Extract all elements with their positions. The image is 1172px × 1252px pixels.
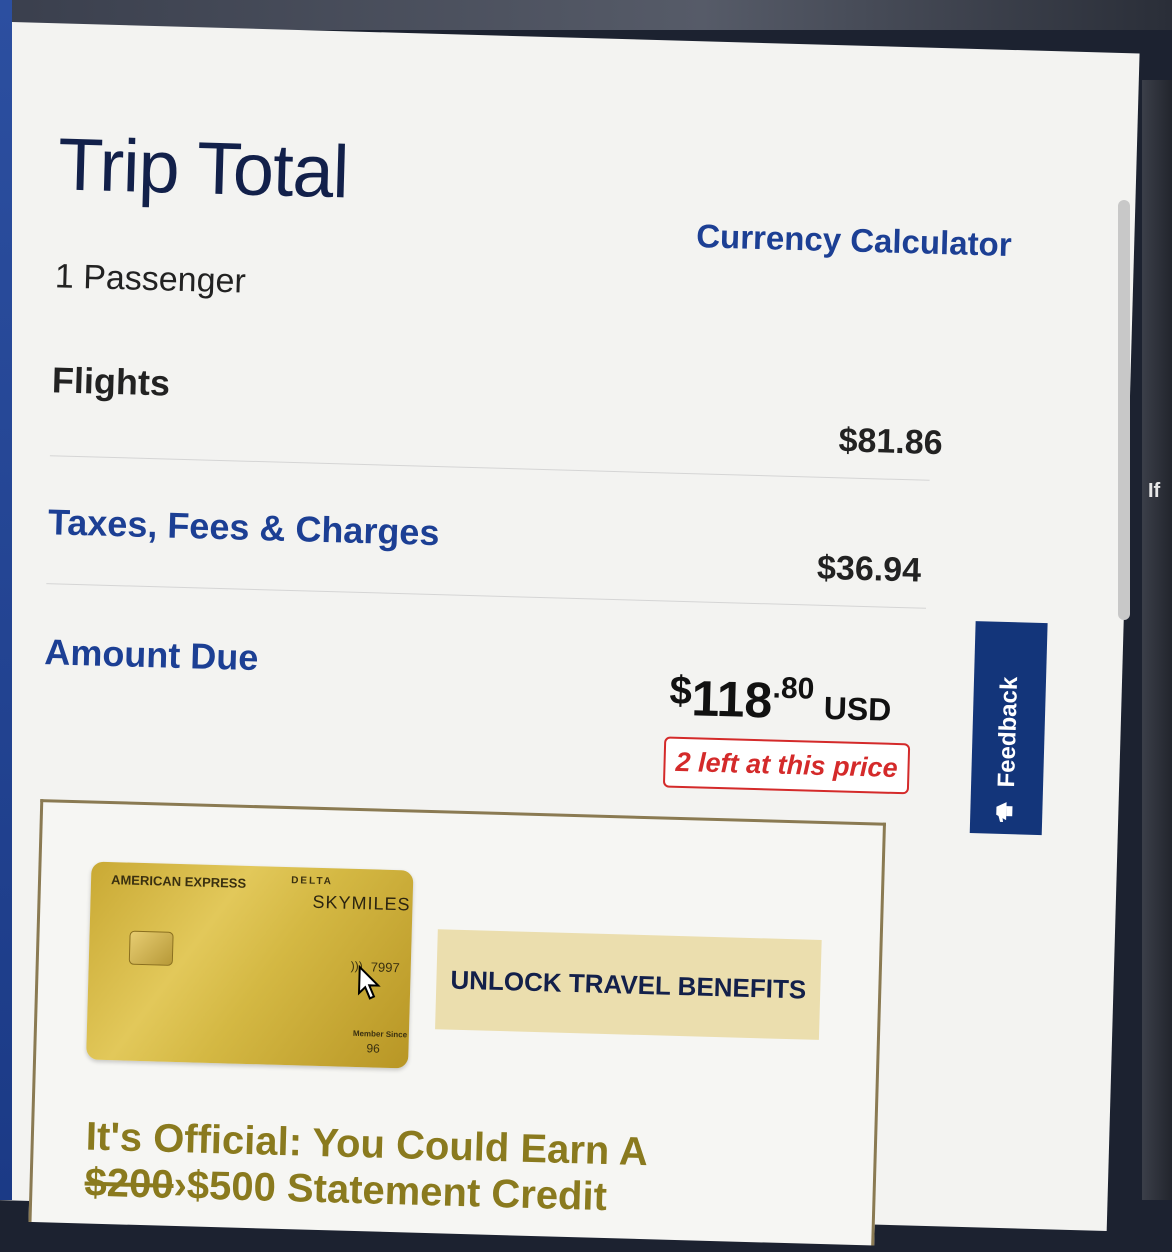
card-brand: AMERICAN EXPRESS [110,872,247,891]
mouse-cursor-icon [357,964,381,1000]
passenger-count: 1 Passenger [54,257,247,301]
taxes-fees-price: $36.94 [816,548,922,590]
monitor-top-bezel [0,0,1172,30]
flights-price: $81.86 [838,421,944,463]
member-since-value: 96 [366,1041,381,1056]
unlock-benefits-button[interactable]: UNLOCK TRAVEL BENEFITS [435,929,822,1040]
adjacent-window-text: If [1148,480,1161,502]
chip-icon [128,930,174,966]
row-divider [46,583,927,609]
feedback-label: Feedback [993,676,1024,788]
flights-label: Flights [51,359,171,404]
new-credit-amount: $500 Statement Credit [186,1163,608,1220]
monitor-left-bezel [0,0,12,1200]
feedback-tab[interactable]: Feedback [969,621,1048,836]
arrow-icon: › [172,1162,188,1208]
row-divider [49,455,930,481]
promo-headline: It's Official: You Could Earn A $200›$50… [84,1114,649,1222]
booking-panel: Trip Total Currency Calculator 1 Passeng… [0,22,1140,1246]
megaphone-icon [996,802,1013,822]
scrollbar-thumb[interactable] [1118,200,1130,620]
member-since-label: Member Since [352,1028,408,1040]
amount-symbol: $ [668,668,693,714]
amount-currency: USD [823,689,892,728]
amount-due-value: $118.80USD [669,669,893,733]
credit-card-image[interactable]: AMERICAN EXPRESS DELTA SKYMILES ))) 7997… [86,861,414,1069]
amount-whole: 118 [690,670,774,729]
currency-calculator-link[interactable]: Currency Calculator [696,217,1012,264]
taxes-fees-link[interactable]: Taxes, Fees & Charges [47,501,440,554]
adjacent-window-edge [1142,80,1172,1200]
card-logo: DELTA [290,875,334,888]
seats-left-badge: 2 left at this price [662,736,911,795]
page-title: Trip Total [56,122,350,214]
amount-due-label: Amount Due [43,631,259,679]
credit-card-promo[interactable]: AMERICAN EXPRESS DELTA SKYMILES ))) 7997… [28,799,886,1246]
amount-decimal: .80 [772,671,815,706]
card-program: SKYMILES [312,891,411,915]
